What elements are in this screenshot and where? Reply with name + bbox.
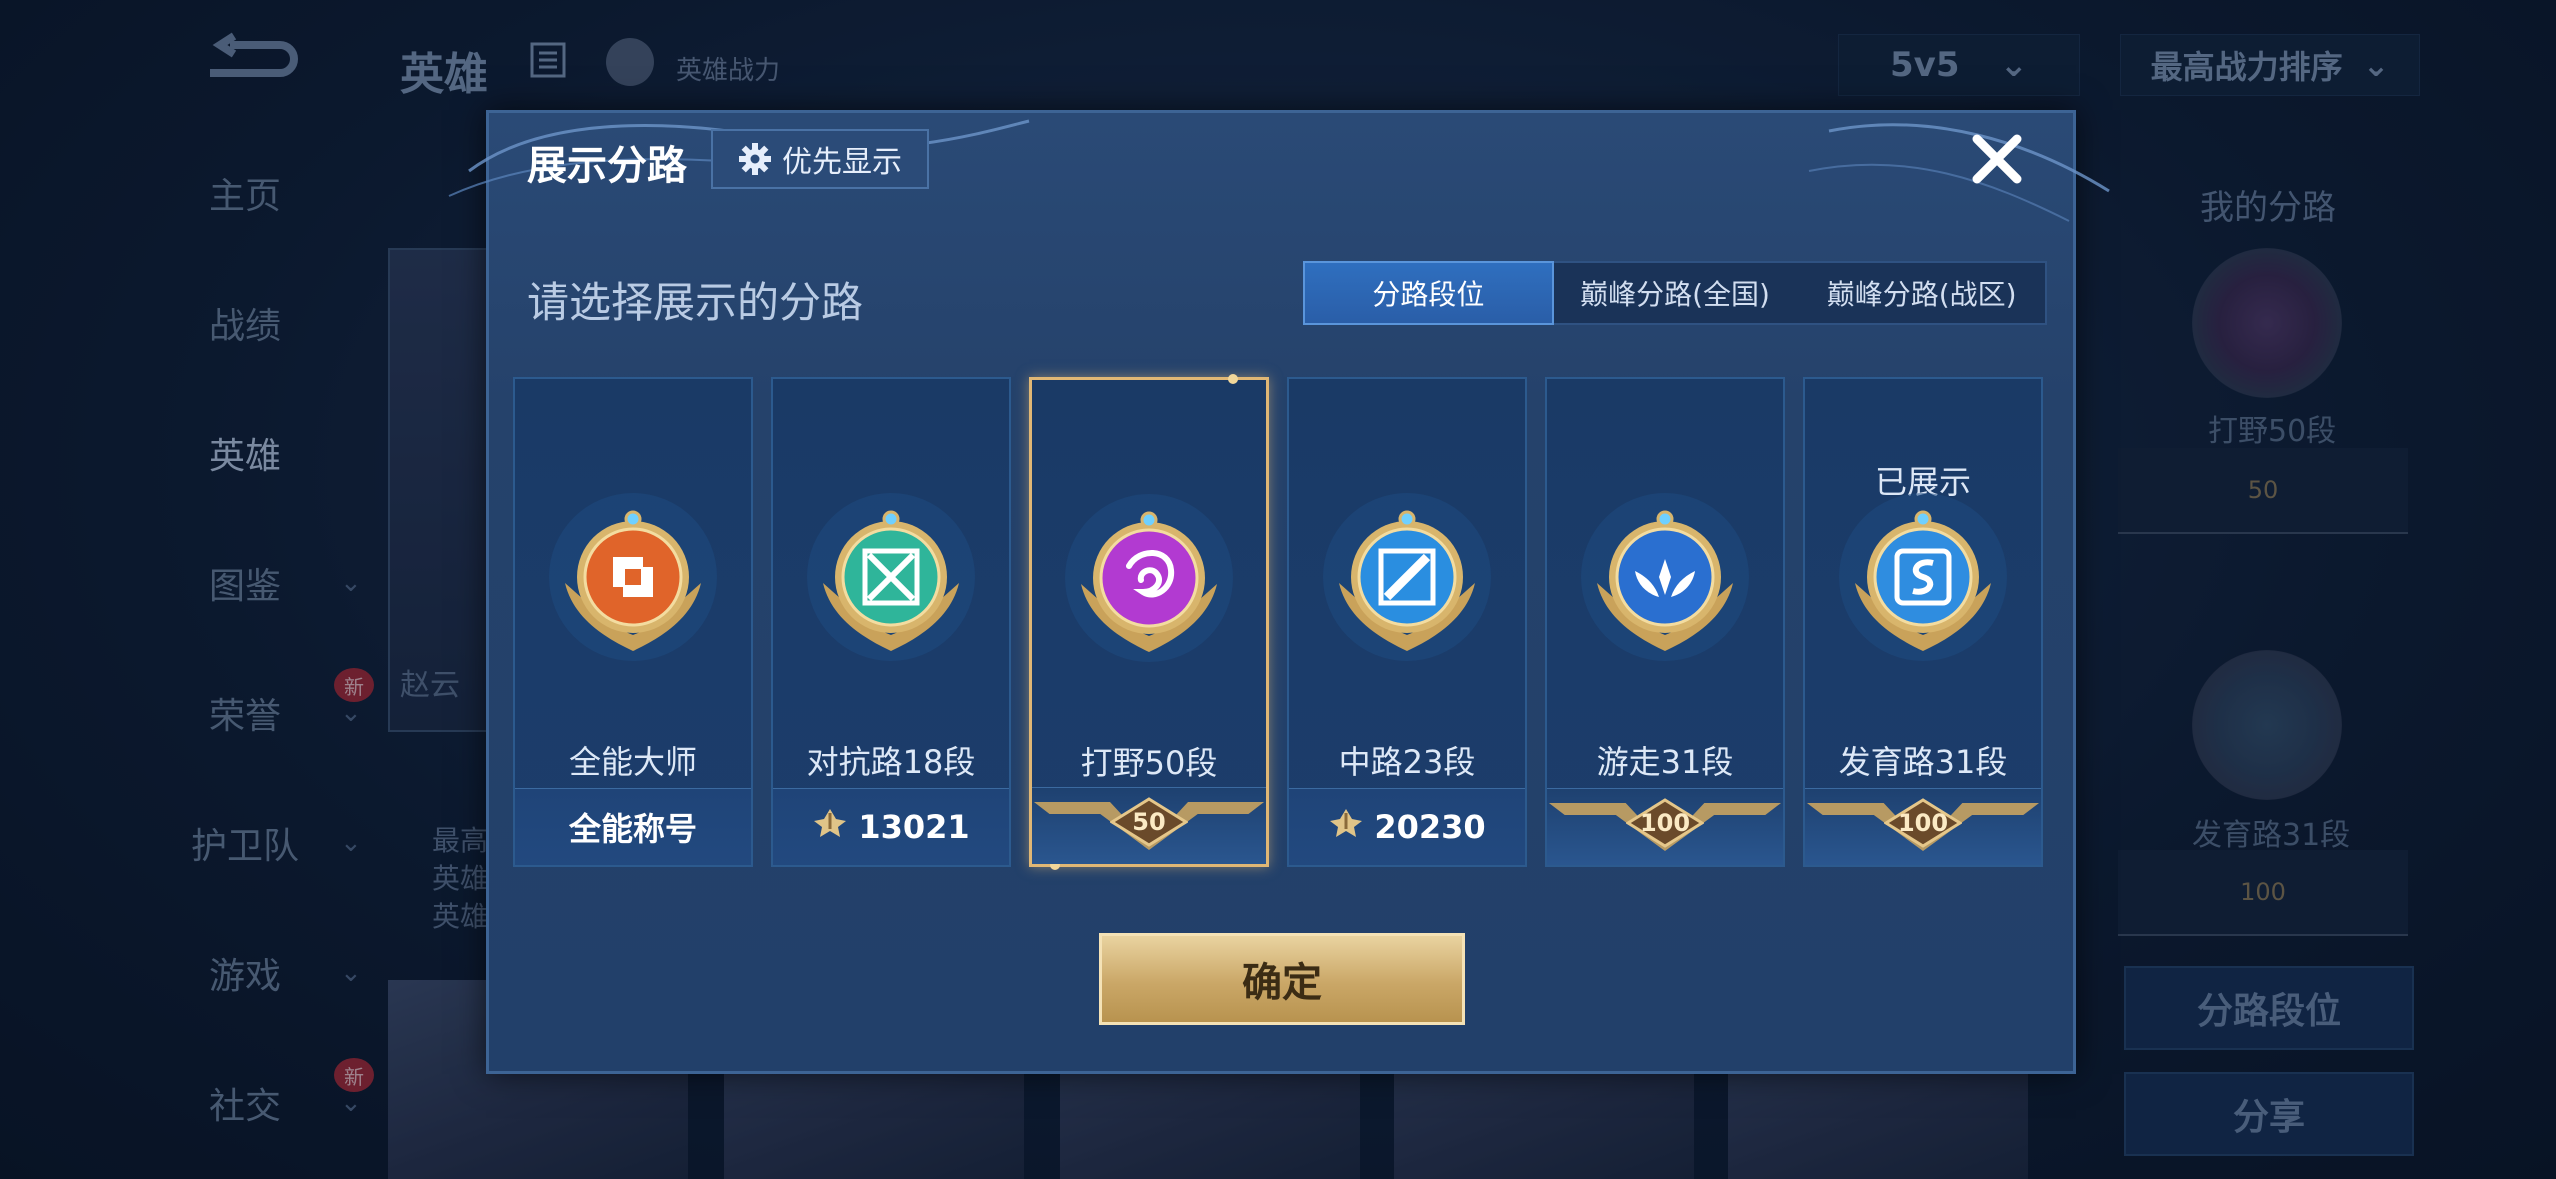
lane-card-footer: 13021 xyxy=(773,788,1009,865)
rank-plate: 100 xyxy=(1626,798,1704,848)
rank-plate: 100 xyxy=(1884,798,1962,848)
lane-card[interactable]: 打野50段 50 xyxy=(1029,374,1269,870)
lane-name: 对抗路18段 xyxy=(806,743,976,781)
clash-lane-icon xyxy=(801,487,981,667)
dialog-subtitle: 请选择展示的分路 xyxy=(527,278,864,327)
gear-icon xyxy=(739,143,771,175)
selection-corner-dot xyxy=(1228,374,1238,384)
lane-tab-bar: 分路段位 巅峰分路(全国) 巅峰分路(战区) xyxy=(1303,261,2047,325)
lane-card[interactable]: 中路23段 20230 xyxy=(1287,377,1527,867)
priority-display-button[interactable]: 优先显示 xyxy=(711,129,929,189)
rank-value: 50 xyxy=(1132,808,1166,836)
power-score-icon xyxy=(812,805,848,849)
dialog-title: 展示分路 xyxy=(527,143,687,189)
rank-plate: 50 xyxy=(1110,797,1188,847)
tab-peak-national[interactable]: 巅峰分路(全国) xyxy=(1552,263,1799,323)
priority-display-label: 优先显示 xyxy=(782,145,902,180)
lane-card-footer: 全能称号 xyxy=(515,788,751,865)
close-button[interactable] xyxy=(1965,127,2029,191)
lane-card-footer: 100 xyxy=(1547,788,1783,865)
title-label: 全能称号 xyxy=(568,810,697,848)
tab-lane-rank[interactable]: 分路段位 xyxy=(1303,261,1554,325)
mid-lane-icon xyxy=(1317,487,1497,667)
jungle-dragon-icon xyxy=(1059,488,1239,668)
lane-name: 游走31段 xyxy=(1596,743,1734,781)
power-score-value: 13021 xyxy=(858,808,970,846)
lane-display-dialog: 展示分路 优先显示 请选择展示的分路 分路段位 巅峰分路(全国) 巅峰分路(战区… xyxy=(448,110,2110,1074)
lane-card[interactable]: 游走31段 100 xyxy=(1545,377,1785,867)
lane-card-footer: 100 xyxy=(1805,788,2041,865)
rank-value: 100 xyxy=(1897,809,1949,837)
allround-icon xyxy=(543,487,723,667)
lane-card-list: 全能大师 全能称号 对抗路18段 13021 打野50段 50 中路23段 20230 游走31… xyxy=(513,374,2053,870)
lane-name: 发育路31段 xyxy=(1838,743,2008,781)
power-score-value: 20230 xyxy=(1374,808,1486,846)
lane-card[interactable]: 全能大师 全能称号 xyxy=(513,377,753,867)
farm-lane-icon xyxy=(1833,487,2013,667)
lane-card-footer: 50 xyxy=(1032,787,1266,864)
roam-wings-icon xyxy=(1575,487,1755,667)
lane-card[interactable]: 对抗路18段 13021 xyxy=(771,377,1011,867)
lane-name: 全能大师 xyxy=(568,743,697,781)
tab-peak-region[interactable]: 巅峰分路(战区) xyxy=(1798,263,2045,323)
lane-card[interactable]: 已展示 发育路31段 100 xyxy=(1803,377,2043,867)
confirm-button[interactable]: 确定 xyxy=(1099,933,1465,1025)
lane-name: 中路23段 xyxy=(1338,743,1476,781)
power-score-icon xyxy=(1328,805,1364,849)
close-icon xyxy=(1972,134,2022,184)
dialog-header: 展示分路 优先显示 xyxy=(489,113,2073,205)
rank-value: 100 xyxy=(1639,809,1691,837)
lane-name: 打野50段 xyxy=(1080,744,1218,782)
lane-card-footer: 20230 xyxy=(1289,788,1525,865)
